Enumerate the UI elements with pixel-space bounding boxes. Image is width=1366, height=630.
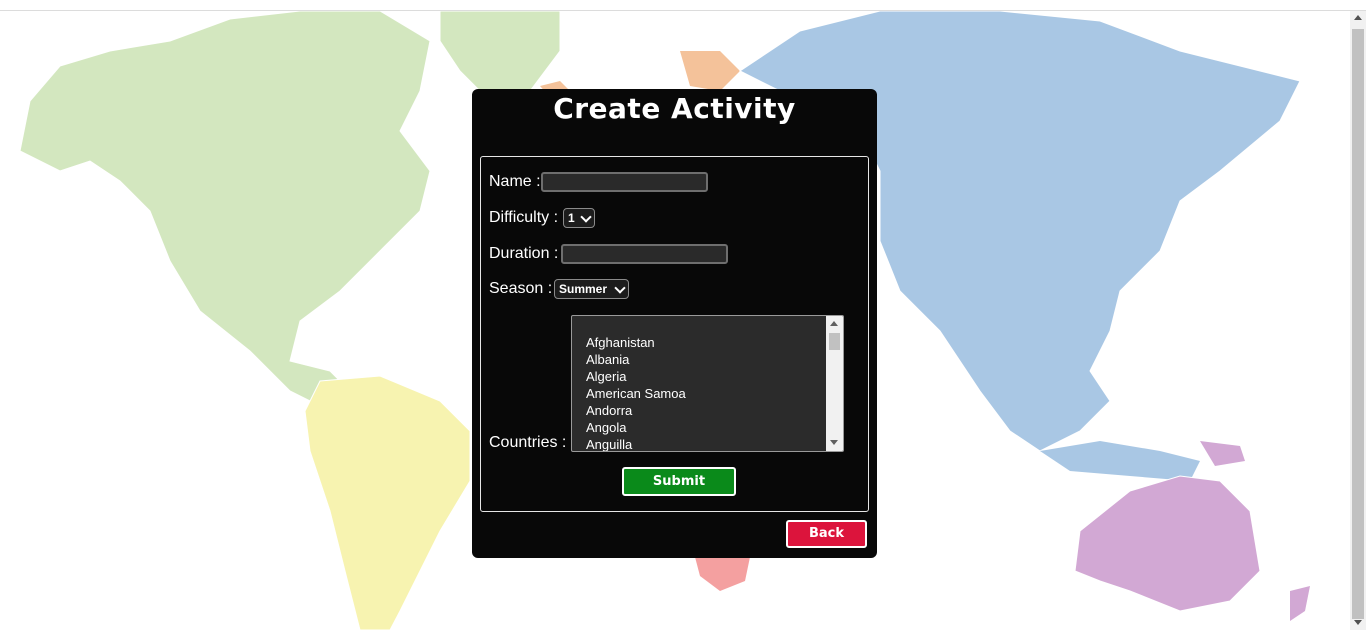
name-label: Name : [489,173,541,190]
countries-options: Afghanistan Albania Algeria American Sam… [586,334,686,451]
list-item[interactable]: Angola [586,419,686,436]
chevron-down-icon [614,282,626,294]
list-item[interactable]: Algeria [586,368,686,385]
list-item[interactable]: Afghanistan [586,334,686,351]
arrow-down-icon[interactable] [830,440,838,445]
list-item[interactable]: Andorra [586,402,686,419]
season-select-value: Summer [559,282,608,296]
activity-form: Name : Difficulty : 1 Duration : Season … [480,156,869,512]
arrow-up-icon[interactable] [1354,15,1362,20]
submit-button[interactable]: Submit [622,467,736,496]
difficulty-select-value: 1 [568,211,575,225]
chevron-down-icon [580,211,592,223]
list-item[interactable]: American Samoa [586,385,686,402]
map-north-america [19,11,431,412]
countries-label: Countries : [489,434,567,451]
season-select[interactable]: Summer [554,279,629,299]
countries-scrollbar[interactable] [826,316,843,451]
season-label: Season : [489,280,553,297]
page-title: Create Activity [553,92,796,125]
page-scrollbar[interactable] [1350,11,1366,630]
countries-listbox[interactable]: Afghanistan Albania Algeria American Sam… [571,315,844,452]
arrow-up-icon[interactable] [830,321,838,326]
back-button[interactable]: Back [786,520,867,548]
countries-scrollbar-thumb[interactable] [829,333,840,350]
create-activity-panel: Create Activity Name : Difficulty : 1 Du… [472,89,877,558]
page-scrollbar-thumb[interactable] [1352,29,1364,619]
map-australia [1074,475,1261,612]
name-input[interactable] [541,172,708,192]
duration-label: Duration : [489,245,559,262]
map-south-america [304,375,471,630]
list-item[interactable]: Albania [586,351,686,368]
arrow-down-icon[interactable] [1354,620,1362,625]
difficulty-select[interactable]: 1 [563,208,595,228]
map-new-zealand [1290,586,1310,621]
difficulty-label: Difficulty : [489,209,559,226]
map-africa [695,557,750,591]
map-indonesia [1040,441,1200,481]
duration-input[interactable] [561,244,728,264]
list-item[interactable]: Anguilla [586,436,686,451]
map-png [1200,441,1245,466]
